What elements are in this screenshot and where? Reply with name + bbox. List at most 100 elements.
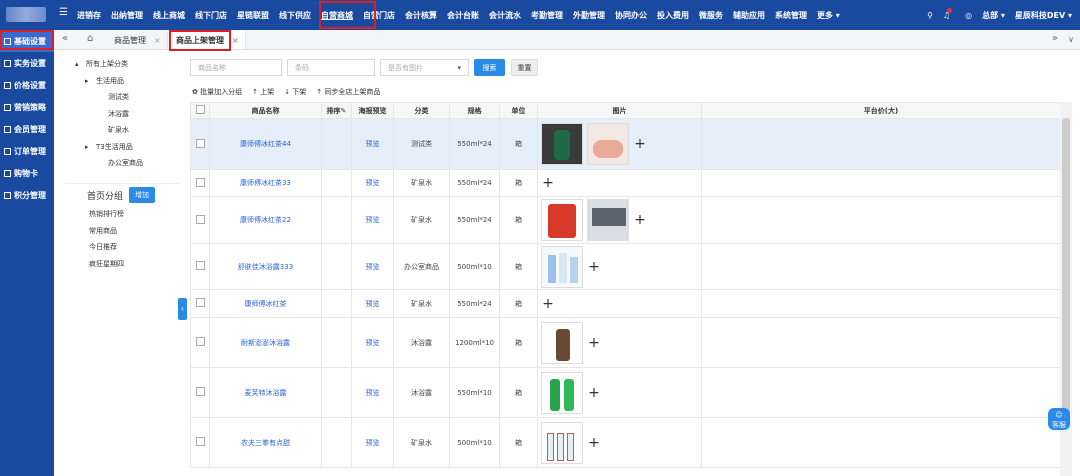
tree-node[interactable]: ▸ T3生活用品 bbox=[65, 139, 180, 156]
platform-price-cell[interactable] bbox=[701, 317, 1060, 368]
nav-item[interactable]: 星链联盟 bbox=[237, 10, 269, 21]
column-header[interactable]: 规格 bbox=[449, 102, 500, 119]
tree-node[interactable]: 沐浴露 bbox=[65, 106, 180, 123]
table-row[interactable]: 康师傅冰红茶 预览 矿泉水 550ml*24 箱 + bbox=[190, 289, 1060, 318]
row-checkbox-cell[interactable] bbox=[190, 243, 210, 290]
tabs-prev-icon[interactable]: « bbox=[62, 33, 68, 44]
add-image-icon[interactable]: + bbox=[587, 386, 601, 400]
row-checkbox[interactable] bbox=[195, 387, 205, 396]
sort-cell[interactable] bbox=[321, 169, 352, 197]
sync-shelf-button[interactable]: ↑ 同步全店上架商品 bbox=[316, 87, 380, 97]
platform-price-cell[interactable] bbox=[701, 289, 1060, 318]
row-checkbox[interactable] bbox=[195, 298, 205, 307]
nav-item[interactable]: 线下门店 bbox=[195, 10, 227, 21]
table-row[interactable]: 康师傅冰红茶44 预览 测试类 550ml*24 箱 + bbox=[190, 118, 1060, 170]
has-image-select[interactable]: 是否有图片 ▾ bbox=[380, 59, 469, 76]
table-row[interactable]: 康师傅冰红茶22 预览 矿泉水 550ml*24 箱 + bbox=[190, 196, 1060, 244]
message-icon[interactable]: ◎ bbox=[965, 11, 972, 20]
tree-node[interactable]: ▸ 生活用品 bbox=[65, 73, 180, 90]
on-shelf-button[interactable]: ↑ 上架 bbox=[252, 87, 274, 97]
nav-item[interactable]: 线上商城 bbox=[153, 10, 185, 21]
nav-item[interactable]: 会计台账 bbox=[447, 10, 479, 21]
poster-preview-link[interactable]: 预览 bbox=[351, 243, 394, 290]
nav-item[interactable]: 会计核算 bbox=[405, 10, 437, 21]
reset-button[interactable]: 重置 bbox=[511, 59, 538, 76]
column-header[interactable]: 图片 bbox=[537, 102, 702, 119]
add-image-icon[interactable]: + bbox=[541, 176, 555, 190]
group-item[interactable]: 今日推荐 bbox=[65, 239, 180, 256]
product-image[interactable] bbox=[541, 421, 583, 464]
row-checkbox[interactable] bbox=[195, 177, 205, 187]
add-image-icon[interactable]: + bbox=[633, 137, 647, 151]
poster-preview-link[interactable]: 预览 bbox=[351, 367, 394, 418]
column-header[interactable]: 商品名称 bbox=[209, 102, 322, 119]
sidebar-item[interactable]: 价格设置 bbox=[0, 74, 54, 96]
tree-toggle-icon[interactable]: ▴ bbox=[75, 60, 83, 68]
add-image-icon[interactable]: + bbox=[587, 260, 601, 274]
company-menu[interactable]: 星辰科技DEV ▾ bbox=[1015, 10, 1072, 21]
sidebar-item[interactable]: 购物卡 bbox=[0, 162, 54, 184]
tab[interactable]: 商品管理 × bbox=[108, 31, 168, 49]
batch-add-group-button[interactable]: ✿ 批量加入分组 bbox=[192, 87, 242, 97]
customer-service-button[interactable]: ☺ 客服 bbox=[1048, 408, 1070, 430]
nav-item[interactable]: 进销存 bbox=[77, 10, 101, 21]
tabs-next-icon[interactable]: » bbox=[1052, 33, 1058, 44]
scrollbar[interactable] bbox=[1062, 118, 1070, 418]
nav-item[interactable]: 会计流水 bbox=[489, 10, 521, 21]
product-name-link[interactable]: 康师傅冰红茶44 bbox=[209, 118, 322, 170]
sort-cell[interactable] bbox=[321, 289, 352, 318]
row-checkbox-cell[interactable] bbox=[190, 317, 210, 368]
close-icon[interactable]: × bbox=[232, 36, 239, 45]
nav-item[interactable]: 辅助应用 bbox=[733, 10, 765, 21]
product-image[interactable] bbox=[587, 123, 629, 165]
poster-preview-link[interactable]: 预览 bbox=[351, 169, 394, 197]
nav-item[interactable]: 外勤管理 bbox=[573, 10, 605, 21]
product-image[interactable] bbox=[587, 199, 629, 241]
nav-item[interactable]: 协同办公 bbox=[615, 10, 647, 21]
sidebar-item[interactable]: 营销策略 bbox=[0, 96, 54, 118]
sort-cell[interactable] bbox=[321, 196, 352, 244]
product-image[interactable] bbox=[541, 321, 583, 364]
sidebar-item[interactable]: 基础设置 bbox=[0, 30, 54, 52]
poster-preview-link[interactable]: 预览 bbox=[351, 196, 394, 244]
tree-toggle-icon[interactable]: ▸ bbox=[85, 143, 93, 151]
home-icon[interactable]: ⌂ bbox=[87, 33, 93, 44]
sidebar-item[interactable]: 实务设置 bbox=[0, 52, 54, 74]
group-item[interactable]: 常用商品 bbox=[65, 223, 180, 240]
table-row[interactable]: 麦芙特沐浴露 预览 沐浴露 550ml*10 箱 + bbox=[190, 367, 1060, 418]
table-row[interactable]: 农夫三拳有点甜 预览 矿泉水 500ml*10 箱 + bbox=[190, 417, 1060, 468]
platform-price-cell[interactable] bbox=[701, 243, 1060, 290]
row-checkbox-cell[interactable] bbox=[190, 289, 210, 318]
nav-item[interactable]: 考勤管理 bbox=[531, 10, 563, 21]
nav-item[interactable]: 微服务 bbox=[699, 10, 723, 21]
row-checkbox-cell[interactable] bbox=[190, 417, 210, 468]
tree-node[interactable]: 矿泉水 bbox=[65, 122, 180, 139]
sidebar-item[interactable]: 会员管理 bbox=[0, 118, 54, 140]
platform-price-cell[interactable] bbox=[701, 417, 1060, 468]
row-checkbox[interactable] bbox=[195, 214, 205, 224]
product-name-link[interactable]: 康师傅冰红茶22 bbox=[209, 196, 322, 244]
group-item[interactable]: 热销排行榜 bbox=[65, 206, 180, 223]
poster-preview-link[interactable]: 预览 bbox=[351, 118, 394, 170]
row-checkbox[interactable] bbox=[195, 337, 205, 346]
product-image[interactable] bbox=[541, 371, 583, 414]
tab[interactable]: 商品上架管理 × bbox=[170, 31, 246, 49]
row-checkbox[interactable] bbox=[195, 261, 205, 270]
tree-node[interactable]: ▴ 所有上架分类 bbox=[65, 56, 180, 73]
add-image-icon[interactable]: + bbox=[587, 436, 601, 450]
select-all-checkbox[interactable] bbox=[195, 105, 205, 114]
add-group-button[interactable]: 增加 bbox=[129, 187, 156, 203]
close-icon[interactable]: × bbox=[154, 36, 161, 45]
table-row[interactable]: 舒肤佳沐浴露333 预览 办公室商品 500ml*10 箱 + bbox=[190, 243, 1060, 290]
nav-item[interactable]: 系统管理 bbox=[775, 10, 807, 21]
collapse-panel-button[interactable]: ‹ bbox=[178, 298, 187, 320]
nav-item[interactable]: 线下供应 bbox=[279, 10, 311, 21]
platform-price-cell[interactable] bbox=[701, 169, 1060, 197]
row-checkbox-cell[interactable] bbox=[190, 196, 210, 244]
tree-node[interactable]: 办公室商品 bbox=[65, 155, 180, 172]
column-header[interactable]: 平台价(大) bbox=[701, 102, 1060, 119]
product-name-link[interactable]: 耐斯澎澎沐浴露 bbox=[209, 317, 322, 368]
platform-price-cell[interactable] bbox=[701, 367, 1060, 418]
menu-toggle-icon[interactable]: ☰ bbox=[59, 8, 69, 18]
table-row[interactable]: 康师傅冰红茶33 预览 矿泉水 550ml*24 箱 + bbox=[190, 169, 1060, 197]
